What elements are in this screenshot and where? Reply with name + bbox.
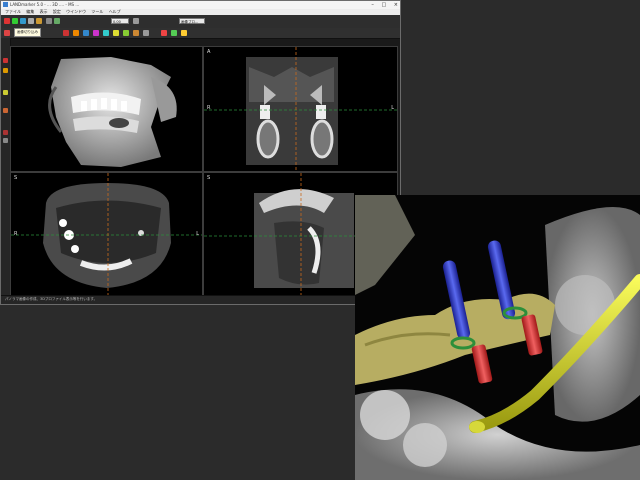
tool-brush-icon[interactable] — [3, 90, 8, 95]
tool-select-icon[interactable] — [3, 58, 8, 63]
menu-window[interactable]: ウインドウ — [66, 9, 86, 14]
cut-icon[interactable] — [4, 30, 10, 36]
menu-tools[interactable]: ツール — [91, 9, 103, 14]
zoom-field[interactable]: 0.00 — [111, 18, 129, 24]
skull-render — [48, 57, 177, 167]
menu-edit[interactable]: 編集 — [26, 9, 34, 14]
tool-layer-icon[interactable] — [3, 138, 8, 143]
implant-closeup-render — [355, 195, 640, 480]
angle-icon[interactable] — [83, 30, 89, 36]
pan-icon[interactable] — [133, 30, 139, 36]
axial-slice — [11, 173, 202, 295]
tool-erase-icon[interactable] — [3, 108, 8, 113]
coronal-view[interactable]: A R L — [203, 46, 398, 172]
menu-view[interactable]: 表示 — [40, 9, 48, 14]
measure-icon[interactable] — [36, 18, 42, 24]
implant-icon[interactable] — [93, 30, 99, 36]
view-icon[interactable] — [54, 18, 60, 24]
menu-help[interactable]: ヘルプ — [109, 9, 121, 14]
minimize-button[interactable]: – — [371, 2, 374, 8]
tool-fill-icon[interactable] — [3, 130, 8, 135]
window-controls: – □ × — [365, 1, 398, 9]
grid-icon[interactable] — [171, 30, 177, 36]
axial-label-s: S — [14, 175, 18, 181]
menu-settings[interactable]: 設定 — [53, 9, 61, 14]
ct-viewer-window: LANDmarker 5.0 - ... 3D .... - MS ... – … — [0, 0, 401, 305]
axial-label-l: L — [196, 231, 199, 237]
zoom-icon[interactable] — [133, 18, 139, 24]
implant-scene — [355, 195, 640, 480]
sagittal-label-s: S — [207, 175, 211, 181]
secondary-toolbar — [1, 28, 400, 39]
coronal-label-l: L — [391, 105, 394, 111]
marker-icon[interactable] — [63, 30, 69, 36]
rotate-icon[interactable] — [123, 30, 129, 36]
coronal-slice — [204, 47, 397, 171]
ruler-icon[interactable] — [73, 30, 79, 36]
window-title: LANDmarker 5.0 - ... 3D .... - MS ... — [10, 2, 80, 7]
close-button[interactable]: × — [394, 2, 398, 8]
open-icon[interactable] — [4, 18, 10, 24]
layout-icon[interactable] — [46, 18, 52, 24]
window-preset-select[interactable]: 画像プロ... — [179, 18, 205, 24]
tooltip: 画像切り込み — [14, 28, 41, 37]
annotation-icon[interactable] — [161, 30, 167, 36]
tool-draw-icon[interactable] — [3, 68, 8, 73]
axial-label-r: R — [14, 231, 18, 237]
volume-3d-view[interactable] — [10, 46, 203, 172]
title-bar: LANDmarker 5.0 - ... 3D .... - MS ... – … — [1, 1, 400, 9]
nerve-icon[interactable] — [103, 30, 109, 36]
app-icon — [3, 2, 8, 7]
print-icon[interactable] — [20, 18, 26, 24]
save-icon[interactable] — [12, 18, 18, 24]
maximize-button[interactable]: □ — [381, 2, 386, 8]
reset-icon[interactable] — [143, 30, 149, 36]
status-text: パノラマ画像の作成、3Dプロファイル表示等を行います。 — [5, 297, 98, 301]
status-bar: パノラマ画像の作成、3Dプロファイル表示等を行います。 — [1, 295, 400, 304]
main-toolbar: 0.00 画像プロ... — [1, 15, 400, 29]
coronal-label-a: A — [207, 49, 211, 55]
menu-file[interactable]: ファイル — [5, 9, 21, 14]
coronal-label-r: R — [207, 105, 211, 111]
light-icon[interactable] — [181, 30, 187, 36]
axial-view[interactable]: S R L — [10, 172, 203, 296]
crown-icon[interactable] — [113, 30, 119, 36]
settings-icon[interactable] — [28, 18, 34, 24]
